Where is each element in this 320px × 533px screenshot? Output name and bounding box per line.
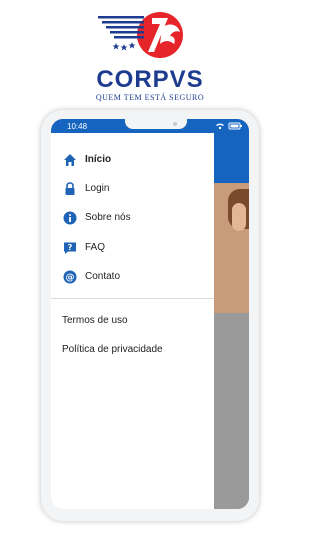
faq-icon: ? (64, 242, 76, 254)
menu-item-sobre-nos[interactable]: Sobre nós (51, 205, 214, 233)
background-app-content (214, 133, 249, 509)
wifi-battery-icon (216, 122, 242, 130)
menu-label-contato: Contato (85, 271, 121, 282)
corpvs-logo: CORPVS QUEM TEM ESTÁ SEGURO (0, 0, 300, 108)
menu-label-sobre-nos: Sobre nós (85, 212, 131, 223)
menu-label-inicio: Início (85, 154, 112, 165)
banner-person-face (232, 203, 246, 231)
camera-notch (125, 119, 187, 129)
lock-icon (65, 182, 75, 195)
menu-label-login: Login (85, 183, 110, 194)
info-icon (63, 211, 77, 225)
phone-screen: 10:48 Início Login Sobre nós ? FAQ @ Con… (51, 119, 249, 509)
link-politica-de-privacidade[interactable]: Política de privacidade (62, 344, 163, 355)
status-time: 10:48 (67, 122, 88, 131)
link-termos-de-uso[interactable]: Termos de uso (62, 315, 128, 326)
menu-item-login[interactable]: Login (51, 176, 214, 204)
camera-dot (173, 122, 177, 126)
svg-text:@: @ (66, 273, 75, 283)
brand-name: CORPVS (96, 66, 204, 93)
background-header (214, 133, 249, 183)
menu-divider (51, 298, 214, 299)
at-icon: @ (63, 270, 77, 284)
menu-item-inicio[interactable]: Início (51, 147, 214, 175)
background-body (214, 313, 249, 509)
menu-label-faq: FAQ (85, 242, 106, 253)
menu-item-faq[interactable]: ? FAQ (51, 235, 214, 263)
brand-tagline: QUEM TEM ESTÁ SEGURO (95, 93, 205, 102)
corpvs-emblem (98, 12, 183, 58)
status-icons (215, 122, 243, 132)
svg-text:?: ? (68, 243, 73, 252)
navigation-drawer: Início Login Sobre nós ? FAQ @ Contato T… (51, 133, 214, 509)
home-icon (64, 154, 76, 166)
menu-item-contato[interactable]: @ Contato (51, 264, 214, 292)
